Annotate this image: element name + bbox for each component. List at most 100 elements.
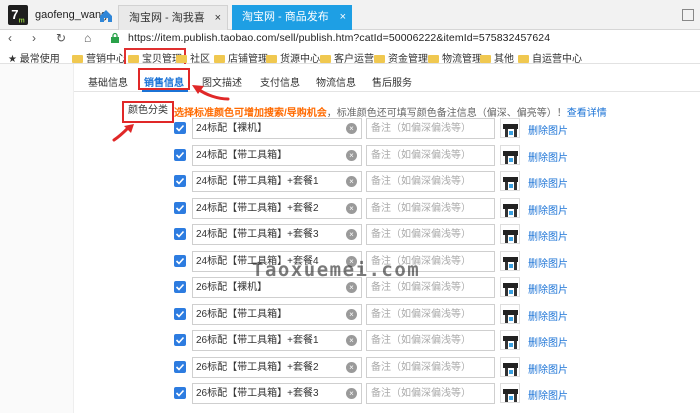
bookmark-other[interactable]: 其他 [480, 50, 514, 65]
delete-image-link[interactable]: 删除图片 [528, 281, 568, 296]
delete-image-link[interactable]: 删除图片 [528, 334, 568, 349]
bookmark-most-used[interactable]: ★ 最常使用 [8, 50, 60, 65]
tab-after-sales[interactable]: 售后服务 [372, 74, 412, 89]
color-checkbox[interactable] [174, 281, 186, 293]
tab-logistics-info[interactable]: 物流信息 [316, 74, 356, 89]
color-name-input[interactable]: 26标配【带工具箱】 × [192, 303, 362, 325]
delete-image-link[interactable]: 删除图片 [528, 202, 568, 217]
bookmark-logistics[interactable]: 物流管理 [428, 50, 482, 65]
clear-icon[interactable]: × [346, 123, 357, 134]
bookmark-supply[interactable]: 货源中心 [266, 50, 320, 65]
delete-image-link[interactable]: 删除图片 [528, 122, 568, 137]
clear-icon[interactable]: × [346, 282, 357, 293]
clear-icon[interactable]: × [346, 176, 357, 187]
bookmark-finance[interactable]: 资金管理 [374, 50, 428, 65]
color-checkbox[interactable] [174, 122, 186, 134]
delete-image-link[interactable]: 删除图片 [528, 308, 568, 323]
color-note-input[interactable]: 备注（如偏深偏浅等） [366, 356, 495, 378]
close-icon[interactable]: × [340, 5, 346, 29]
home-icon[interactable] [96, 6, 116, 26]
bookmark-self-operation[interactable]: 自运营中心 [518, 50, 582, 65]
color-note-input[interactable]: 备注（如偏深偏浅等） [366, 224, 495, 245]
tab-label: 淘宝网 - 商品发布 [242, 11, 329, 23]
color-name-value: 24标配【带工具箱】+套餐1 [196, 176, 319, 187]
refresh-icon[interactable]: ↻ [56, 31, 66, 45]
product-thumbnail[interactable] [500, 197, 520, 218]
color-note-input[interactable]: 备注（如偏深偏浅等） [366, 144, 495, 166]
tab-basic-info[interactable]: 基础信息 [88, 74, 128, 89]
close-icon[interactable]: × [215, 6, 221, 30]
clear-icon[interactable]: × [346, 229, 357, 240]
note-placeholder: 备注（如偏深偏浅等） [371, 176, 471, 187]
color-note-input[interactable]: 备注（如偏深偏浅等） [366, 118, 495, 139]
color-row: 24标配【裸机】 × 备注（如偏深偏浅等） 删除图片 [0, 118, 700, 142]
bookmark-customer[interactable]: 客户运营 [320, 50, 374, 65]
color-checkbox[interactable] [174, 334, 186, 346]
color-checkbox[interactable] [174, 148, 186, 161]
color-name-input[interactable]: 24标配【带工具箱】 × [192, 144, 362, 166]
color-checkbox[interactable] [174, 387, 186, 399]
tab-payment-info[interactable]: 支付信息 [260, 74, 300, 89]
color-note-input[interactable]: 备注（如偏深偏浅等） [366, 330, 495, 351]
delete-image-link[interactable]: 删除图片 [528, 255, 568, 270]
clear-icon[interactable]: × [346, 149, 357, 161]
delete-image-link[interactable]: 删除图片 [528, 228, 568, 243]
color-checkbox[interactable] [174, 360, 186, 373]
color-name-value: 26标配【裸机】 [196, 282, 268, 293]
bookmark-store-management[interactable]: 店铺管理 [214, 50, 268, 65]
color-checkbox[interactable] [174, 228, 186, 240]
back-icon[interactable]: ‹ [8, 31, 12, 45]
clear-icon[interactable]: × [346, 335, 357, 346]
color-checkbox[interactable] [174, 307, 186, 320]
color-checkbox[interactable] [174, 201, 186, 214]
delete-image-link[interactable]: 删除图片 [528, 387, 568, 402]
folder-icon [320, 55, 331, 63]
color-name-input[interactable]: 26标配【带工具箱】+套餐3 × [192, 383, 362, 404]
product-thumbnail[interactable] [500, 330, 520, 350]
url-field[interactable]: https://item.publish.taobao.com/sell/pub… [128, 32, 550, 44]
color-name-input[interactable]: 24标配【带工具箱】+套餐2 × [192, 197, 362, 219]
product-thumbnail[interactable] [500, 356, 520, 377]
product-thumbnail[interactable] [500, 224, 520, 244]
clear-icon[interactable]: × [346, 308, 357, 320]
window-control-icon[interactable] [682, 9, 694, 21]
product-thumbnail[interactable] [500, 383, 520, 403]
color-name-input[interactable]: 26标配【带工具箱】+套餐2 × [192, 356, 362, 378]
clear-icon[interactable]: × [346, 202, 357, 214]
product-thumbnail[interactable] [500, 303, 520, 324]
home-button-icon[interactable]: ⌂ [84, 31, 91, 45]
color-note-input[interactable]: 备注（如偏深偏浅等） [366, 303, 495, 325]
clear-icon[interactable]: × [346, 388, 357, 399]
color-name-input[interactable]: 24标配【裸机】 × [192, 118, 362, 139]
color-note-input[interactable]: 备注（如偏深偏浅等） [366, 383, 495, 404]
product-thumbnail[interactable] [500, 171, 520, 191]
color-name-value: 26标配【带工具箱】+套餐3 [196, 388, 319, 399]
note-placeholder: 备注（如偏深偏浅等） [371, 388, 471, 399]
color-name-value: 26标配【带工具箱】 [196, 308, 288, 320]
color-checkbox[interactable] [174, 175, 186, 187]
bookmark-marketing[interactable]: 营销中心 [72, 50, 126, 65]
product-thumbnail[interactable] [500, 277, 520, 297]
color-name-value: 24标配【裸机】 [196, 123, 268, 134]
checkmark-icon [175, 336, 185, 344]
tab-taobao-home[interactable]: 淘宝网 - 淘我喜欢！ × [118, 5, 228, 48]
product-thumbnail[interactable] [500, 118, 520, 138]
bookmark-community[interactable]: 社区 [176, 50, 210, 65]
color-checkbox[interactable] [174, 254, 186, 267]
color-note-input[interactable]: 备注（如偏深偏浅等） [366, 171, 495, 192]
checkmark-icon [175, 257, 185, 265]
color-name-input[interactable]: 26标配【带工具箱】+套餐1 × [192, 330, 362, 351]
clear-icon[interactable]: × [346, 361, 357, 373]
delete-image-link[interactable]: 删除图片 [528, 361, 568, 376]
product-thumbnail[interactable] [500, 144, 520, 165]
checkmark-icon [175, 389, 185, 397]
color-name-input[interactable]: 24标配【带工具箱】+套餐3 × [192, 224, 362, 245]
delete-image-link[interactable]: 删除图片 [528, 149, 568, 164]
tab-product-publish[interactable]: 淘宝网 - 商品发布 × [232, 5, 352, 30]
color-name-input[interactable]: 24标配【带工具箱】+套餐1 × [192, 171, 362, 192]
color-note-input[interactable]: 备注（如偏深偏浅等） [366, 197, 495, 219]
forward-icon[interactable]: › [32, 31, 36, 45]
delete-image-link[interactable]: 删除图片 [528, 175, 568, 190]
color-row: 24标配【带工具箱】 × 备注（如偏深偏浅等） 删除图片 [0, 144, 700, 169]
product-thumbnail[interactable] [500, 250, 520, 271]
